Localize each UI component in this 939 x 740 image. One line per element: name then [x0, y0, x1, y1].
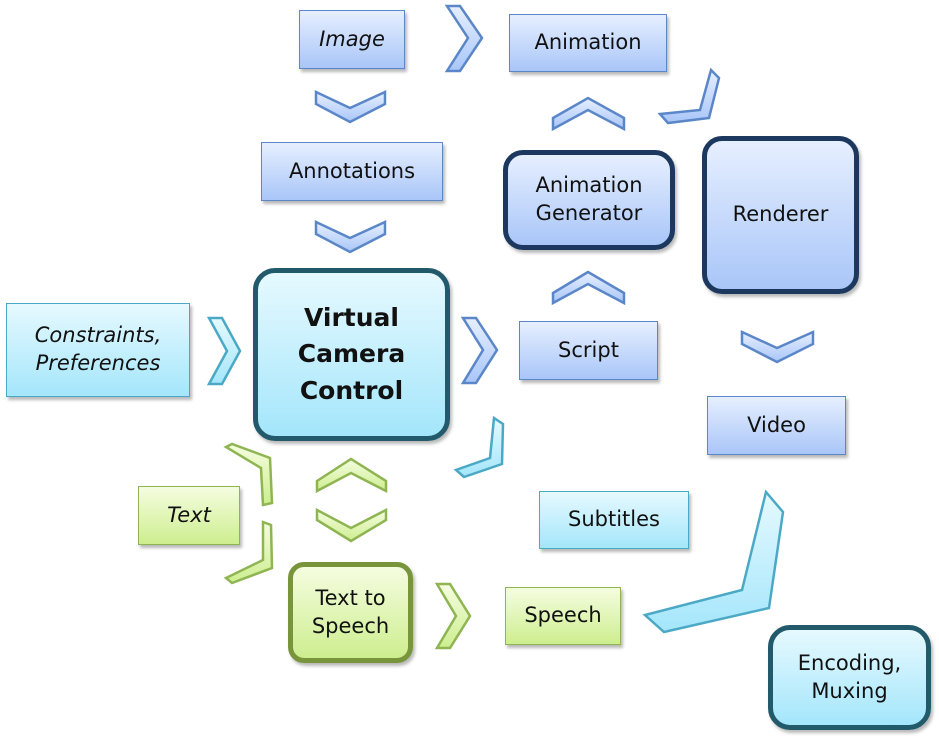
node-renderer: Renderer: [702, 136, 859, 294]
arrow-renderer-to-video: [740, 330, 815, 364]
node-text-label: Text: [167, 502, 211, 527]
node-image-label: Image: [319, 26, 385, 51]
arrow-constraints-to-camera-control: [206, 316, 242, 386]
node-encoding-muxing-label: Encoding, Muxing: [797, 650, 902, 703]
node-constraints-preferences-label: Constraints, Preferences: [34, 323, 162, 375]
node-speech: Speech: [505, 587, 621, 645]
node-encoding-muxing: Encoding, Muxing: [768, 625, 931, 730]
arrow-script-to-generator: [551, 270, 626, 306]
node-subtitles: Subtitles: [539, 491, 689, 549]
node-animation-label: Animation: [534, 30, 642, 55]
node-virtual-camera-control: Virtual Camera Control: [253, 268, 450, 441]
node-subtitles-label: Subtitles: [568, 507, 660, 532]
node-text: Text: [138, 486, 240, 545]
node-animation-generator: Animation Generator: [503, 150, 675, 250]
node-animation-generator-label: Animation Generator: [535, 173, 643, 225]
node-animation: Animation: [509, 14, 667, 72]
node-video-label: Video: [747, 412, 806, 437]
arrow-image-to-annotations: [314, 90, 387, 124]
node-text-to-speech-label: Text to Speech: [311, 585, 390, 638]
node-image: Image: [299, 10, 405, 69]
node-constraints-preferences: Constraints, Preferences: [6, 303, 190, 397]
node-script-label: Script: [558, 337, 619, 362]
arrow-image-to-animation: [444, 4, 484, 73]
arrow-speech-engine-to-camera-control: [315, 457, 388, 494]
arrow-camera-control-to-script: [460, 316, 499, 385]
arrow-camera-control-to-speech-engine: [315, 507, 388, 543]
node-annotations: Annotations: [261, 142, 443, 201]
arrow-generator-to-animation: [551, 96, 626, 132]
arrow-speech-engine-to-speech: [434, 582, 472, 650]
node-video: Video: [707, 396, 846, 455]
node-annotations-label: Annotations: [288, 158, 416, 183]
node-renderer-label: Renderer: [732, 202, 829, 227]
arrow-annotations-to-camera-control: [314, 220, 387, 254]
arrow-camera-control-to-subtitles: [453, 415, 505, 479]
arrow-animation-to-renderer: [657, 67, 721, 125]
node-virtual-camera-control-label: Virtual Camera Control: [297, 303, 406, 405]
node-speech-label: Speech: [524, 603, 602, 628]
node-script: Script: [519, 321, 658, 380]
node-text-to-speech: Text to Speech: [288, 562, 413, 663]
